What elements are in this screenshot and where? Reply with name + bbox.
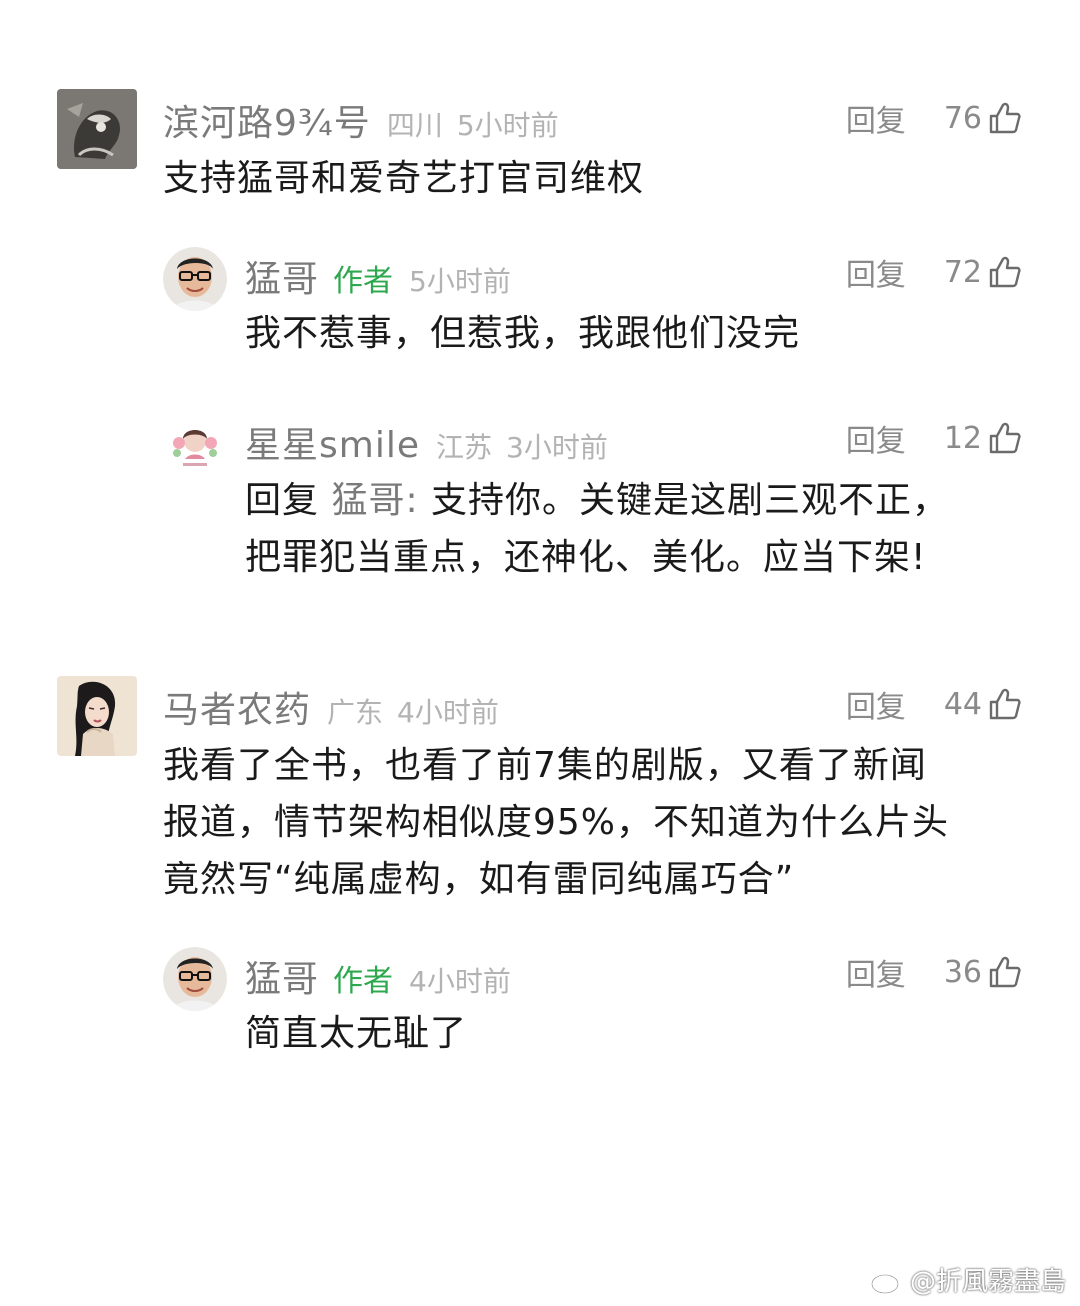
thumbs-up-icon[interactable] — [988, 687, 1022, 721]
comment-line: 竟然写“纯属虚构，如有雷同纯属巧合” — [163, 859, 795, 900]
timestamp: 5小时前 — [456, 109, 559, 142]
like-count: 72 — [943, 254, 982, 290]
username[interactable]: 马者农药 — [163, 681, 311, 733]
reply-prefix: 回复 — [245, 480, 320, 521]
username[interactable]: 星星smile — [245, 416, 420, 468]
timestamp: 5小时前 — [409, 265, 511, 298]
location-text: 广东 — [327, 696, 384, 729]
like-count: 12 — [943, 420, 982, 456]
comment-text: 简直太无耻了 — [245, 1013, 468, 1054]
comment-text: 我看了全书，也看了前7集的剧版，又看了新闻 报道，情节架构相似度95%，不知道为… — [163, 737, 949, 908]
reply-button[interactable]: 回复 — [846, 950, 906, 994]
timestamp: 3小时前 — [506, 431, 608, 464]
watermark-text: @折風霧盡島 — [909, 1267, 1066, 1297]
comment-text: 我不惹事，但惹我，我跟他们没完 — [245, 313, 801, 354]
username[interactable]: 滨河路9¾号 — [163, 94, 371, 146]
avatar[interactable] — [163, 947, 227, 1011]
like-count: 44 — [943, 686, 982, 722]
timestamp: 4小时前 — [409, 965, 511, 998]
thumbs-up-icon[interactable] — [988, 955, 1022, 989]
thumbs-up-icon[interactable] — [988, 421, 1022, 455]
comment-line-text: 支持你。关键是这剧三观不正， — [431, 480, 950, 521]
thumbs-up-icon[interactable] — [988, 101, 1022, 135]
watermark: @折風霧盡島 — [870, 1261, 1066, 1298]
author-badge: 作者 — [333, 264, 394, 299]
username[interactable]: 猛哥 — [245, 250, 319, 302]
thumbs-up-icon[interactable] — [988, 255, 1022, 289]
reply-button[interactable]: 回复 — [846, 250, 906, 294]
comment-text: 支持猛哥和爱奇艺打官司维权 — [163, 158, 645, 199]
reply-button[interactable]: 回复 — [846, 682, 906, 726]
location-text: 江苏 — [435, 431, 492, 464]
weibo-logo-icon — [870, 1267, 905, 1294]
avatar[interactable] — [163, 413, 227, 477]
location-text: 四川 — [386, 109, 443, 142]
avatar[interactable] — [57, 89, 137, 169]
reply-target-username[interactable]: 猛哥: — [319, 480, 431, 521]
avatar[interactable] — [57, 676, 137, 756]
like-count: 76 — [943, 100, 982, 136]
avatar[interactable] — [163, 247, 227, 311]
comment-line: 我看了全书，也看了前7集的剧版，又看了新闻 — [163, 745, 927, 786]
reply-button[interactable]: 回复 — [846, 96, 906, 140]
comment-line: 把罪犯当重点，还神化、美化。应当下架! — [245, 537, 927, 578]
comment-line: 回复 猛哥: 支持你。关键是这剧三观不正， — [245, 472, 949, 529]
reply-button[interactable]: 回复 — [846, 416, 906, 460]
comment-line: 报道，情节架构相似度95%，不知道为什么片头 — [163, 802, 950, 843]
author-badge: 作者 — [333, 964, 394, 999]
like-count: 36 — [943, 954, 982, 990]
comment-text: 回复 猛哥: 支持你。关键是这剧三观不正， 把罪犯当重点，还神化、美化。应当下架… — [245, 472, 949, 586]
username[interactable]: 猛哥 — [245, 950, 319, 1002]
timestamp: 4小时前 — [397, 696, 499, 729]
